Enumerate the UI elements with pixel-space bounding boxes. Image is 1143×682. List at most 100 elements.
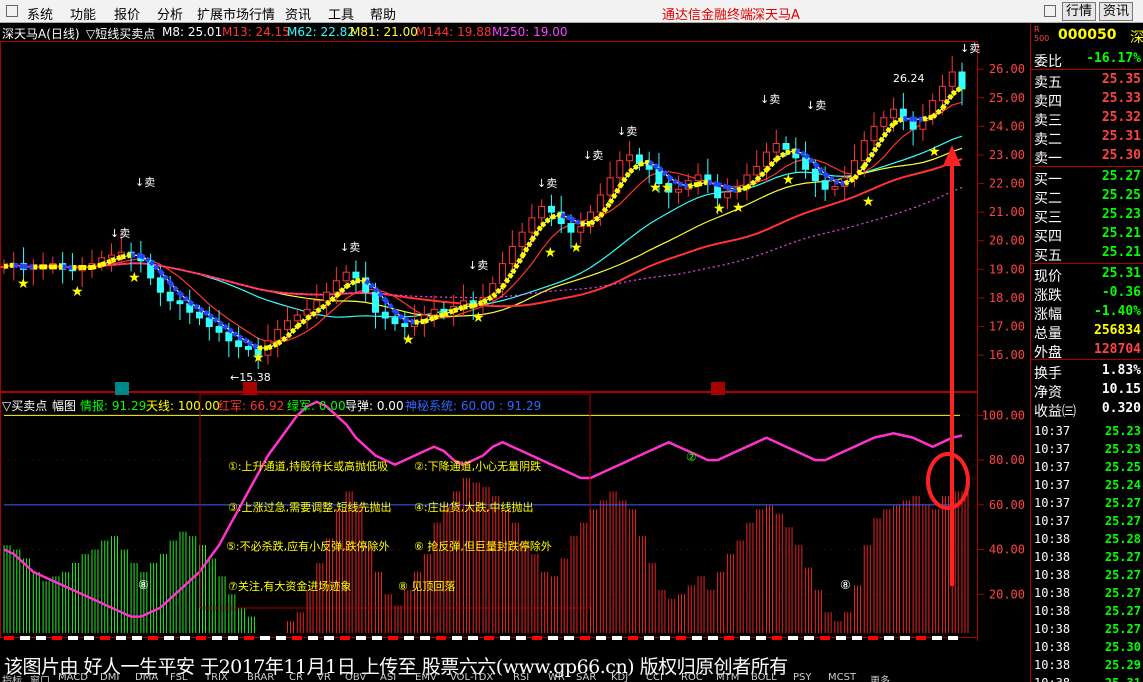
indicator-tab[interactable]: CR — [289, 672, 303, 682]
promo-terminal[interactable]: 通达信金融终端 — [662, 4, 753, 23]
app-icon[interactable] — [6, 5, 18, 17]
sub-tick-label: 80.00 — [989, 453, 1025, 467]
quote-row: 外盘 128704 — [1031, 341, 1143, 361]
indicator-tab[interactable]: 更多 — [870, 672, 890, 682]
price-frame — [0, 41, 978, 392]
quote-key: 买五 — [1034, 248, 1062, 264]
indicator-tab[interactable]: PSY — [793, 672, 812, 682]
note-8: ⑧ 见顶回落 — [398, 580, 456, 593]
sub-strip-segment — [676, 636, 686, 640]
tick-time: 10:38 — [1034, 568, 1071, 582]
sub-strip-segment — [404, 636, 414, 640]
quote-key: 净资 — [1034, 385, 1062, 401]
buy-star: ★ — [252, 350, 265, 366]
quote-value: -16.17% — [1086, 51, 1141, 66]
indicator-tab[interactable]: MCST — [828, 672, 856, 682]
stock-code[interactable]: 000050 — [1058, 27, 1116, 43]
sub-strip-segment — [196, 636, 206, 640]
panel-divider — [1031, 166, 1143, 167]
note-7: ⑦关注,有大资金进场迹象 — [228, 580, 352, 593]
sub-strip-segment — [532, 636, 542, 640]
indicator-tab[interactable]: WR — [548, 672, 565, 682]
indicator-tab[interactable]: EMV — [415, 672, 437, 682]
panel-divider — [1031, 359, 1143, 360]
indicator-tab[interactable]: KDJ — [611, 672, 628, 682]
quote-row: 委比 -16.17% — [1031, 50, 1143, 70]
indicator-tab[interactable]: CCI — [646, 672, 663, 682]
quote-row: 卖三 25.32 — [1031, 109, 1143, 129]
indicator-tab[interactable]: BRAR — [247, 672, 274, 682]
quote-key: 卖三 — [1034, 113, 1062, 129]
indicator-tab[interactable]: TRIX — [205, 672, 228, 682]
menu-system[interactable]: 系统 — [27, 4, 53, 23]
sub-formula[interactable]: ▽买卖点 — [2, 397, 47, 414]
sub-strip-segment — [900, 636, 910, 640]
sub-tick-label: 20.00 — [989, 587, 1025, 601]
sub-strip-segment — [628, 636, 638, 640]
tick-price: 25.27 — [1104, 586, 1141, 600]
candle-body — [166, 291, 174, 302]
candle-body — [196, 311, 204, 319]
price-axis: 26.00 25.00 24.00 23.00 22.00 21.00 20.00 19.00… — [978, 62, 1025, 601]
tick-price: 25.24 — [1104, 478, 1141, 492]
sub-strip-segment — [548, 636, 558, 640]
sub-strip-segment — [244, 636, 254, 640]
menu-extended-market[interactable]: 扩展市场行情 — [197, 4, 275, 23]
indicator-tab[interactable]: MACD — [58, 672, 88, 682]
indicator-tab[interactable]: DMA — [135, 672, 158, 682]
promo-stock[interactable]: 深天马A — [752, 4, 800, 23]
indicator-tab[interactable]: VR — [317, 672, 331, 682]
candle-body — [528, 217, 536, 233]
indicator-tab[interactable]: 窗口 — [30, 672, 50, 682]
formula-name[interactable]: ▽短线买卖点 — [86, 25, 155, 42]
candle-body — [753, 165, 761, 176]
indicator-tab[interactable]: 指标 — [2, 672, 22, 682]
tick-row: 10:37 25.24 — [1031, 477, 1143, 495]
indicator-tab[interactable]: DMI — [100, 672, 119, 682]
sub-strip-segment — [324, 636, 334, 640]
candle-body — [811, 168, 819, 182]
tick-row: 10:38 25.28 — [1031, 531, 1143, 549]
indicator-tab[interactable]: RSI — [513, 672, 529, 682]
quote-row: 卖五 25.35 — [1031, 71, 1143, 91]
indicator-tabs: 指标 窗口 MACD DMI DMA FSL TRIX BRAR CR VR OBV ASI EMV VO… — [0, 672, 1030, 682]
indicator-tab[interactable]: MTM — [716, 672, 739, 682]
quote-key: 卖一 — [1034, 151, 1062, 167]
menu-tools[interactable]: 工具 — [328, 4, 354, 23]
sub-strip-segment — [948, 636, 958, 640]
quote-row: 涨跌 -0.36 — [1031, 284, 1143, 304]
indicator-tab[interactable]: FSL — [170, 672, 188, 682]
indicator-tab[interactable]: BOLL — [751, 672, 777, 682]
sub-tick-label: 100.00 — [982, 408, 1025, 422]
candle-body — [880, 117, 888, 127]
stock-exchange: 深 — [1130, 30, 1143, 46]
menu-analysis[interactable]: 分析 — [157, 4, 183, 23]
candle-body — [391, 317, 399, 325]
sub-strip-segment — [516, 636, 526, 640]
indicator-tab[interactable]: SAR — [576, 672, 596, 682]
candle-body — [606, 177, 614, 196]
candle-body — [538, 205, 546, 219]
menu-news[interactable]: 资讯 — [285, 4, 311, 23]
menu-function[interactable]: 功能 — [70, 4, 96, 23]
candle-body — [547, 205, 555, 213]
panel-divider — [1031, 263, 1143, 264]
indicator-tab[interactable]: ASI — [380, 672, 396, 682]
minimize-icon[interactable] — [1044, 5, 1056, 17]
sub-intel: 情报: 91.29 — [80, 399, 147, 413]
tick-price: 25.27 — [1104, 622, 1141, 636]
indicator-tab[interactable]: ROC — [681, 672, 703, 682]
buy-star: ★ — [928, 144, 941, 160]
indicator-tab[interactable]: OBV — [345, 672, 366, 682]
buy-star: ★ — [402, 332, 415, 348]
buy-star: ★ — [732, 200, 745, 216]
news-button[interactable]: 资讯 — [1099, 2, 1133, 21]
indicator-tab[interactable]: VOL-TDX — [450, 672, 493, 682]
quote-key: 总量 — [1034, 326, 1062, 342]
quote-value: 25.21 — [1101, 226, 1141, 241]
tick-price: 25.27 — [1104, 550, 1141, 564]
sell-signal: ↓卖 — [760, 93, 780, 106]
menu-quote[interactable]: 报价 — [114, 4, 140, 23]
quote-button[interactable]: 行情 — [1062, 2, 1096, 21]
menu-help[interactable]: 帮助 — [370, 4, 396, 23]
